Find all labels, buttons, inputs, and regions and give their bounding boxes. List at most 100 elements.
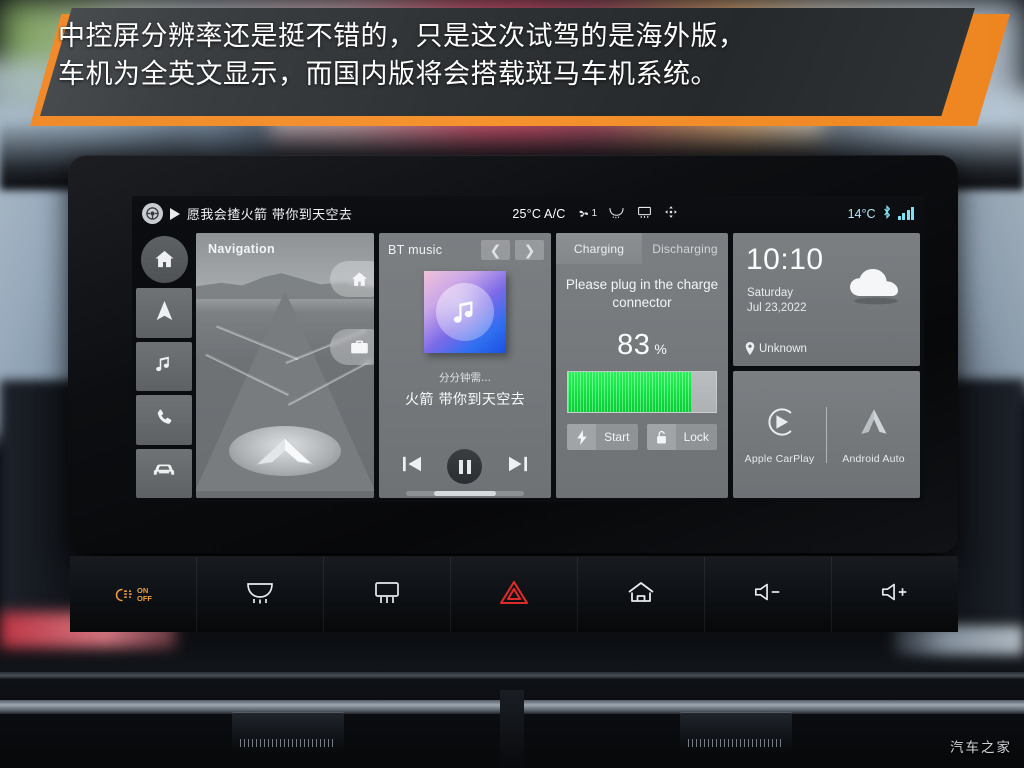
cabin-temperature[interactable]: 25°C A/C: [512, 207, 565, 221]
status-bar: 愿我会揸火箭 带你到天空去 25°C A/C 1 14°C: [132, 196, 924, 231]
carplay-icon: [767, 408, 791, 436]
battery-percent: 83%: [556, 329, 728, 362]
battery-bar-fill: [568, 372, 691, 412]
screenshot-root: 中控屏分辨率还是挺不错的，只是这次试驾的是海外版， 车机为全英文显示，而国内版将…: [0, 0, 1024, 768]
hard-button-rear-defrost[interactable]: [324, 557, 451, 632]
album-art: [424, 271, 506, 353]
fog-light-on-off-icon: ON OFF: [114, 586, 152, 604]
chevron-right-icon[interactable]: ❯: [515, 240, 544, 260]
sidebar-item-phone[interactable]: [136, 395, 192, 445]
clock-location-label: Unknown: [759, 342, 807, 355]
watermark: 汽车之家: [950, 740, 1012, 756]
sidebar-item-navigation[interactable]: [136, 288, 192, 338]
android-auto-item[interactable]: Android Auto: [827, 404, 920, 465]
music-subtitle: 分分钟需...: [438, 372, 491, 384]
skip-next-icon[interactable]: [507, 455, 529, 478]
battery-bar: [567, 371, 717, 413]
bt-music-card[interactable]: BT music ❮ ❯ 分分钟需... 火箭 带你到天空去: [379, 233, 551, 498]
hard-button-row: ON OFF: [70, 556, 958, 632]
projection-row: Apple CarPlay Android Auto: [733, 371, 920, 498]
nav-position-puck: [229, 426, 341, 476]
volume-up-icon: [880, 581, 910, 608]
home-icon: [351, 271, 367, 286]
phone-icon: [154, 407, 175, 433]
air-vent-right: [680, 712, 792, 754]
charging-card[interactable]: Charging Discharging Please plug in the …: [556, 233, 728, 498]
home-icon: [140, 236, 188, 284]
hard-button-fog-lights[interactable]: ON OFF: [70, 557, 197, 632]
air-vent-left: [232, 712, 344, 754]
hazard-triangle-icon: [499, 579, 529, 611]
card-scroll-thumb[interactable]: [434, 491, 496, 496]
tab-charging[interactable]: Charging: [556, 233, 642, 264]
fan-icon: [578, 210, 588, 217]
navigation-arrow-icon: [154, 299, 175, 327]
air-recirculate-icon[interactable]: [664, 205, 678, 222]
lock-connector-button[interactable]: Lock: [646, 424, 717, 450]
defrost-rear-icon: [373, 580, 401, 610]
nav-shortcut-work[interactable]: [330, 329, 374, 365]
hard-button-volume-up[interactable]: [832, 557, 958, 632]
steering-wheel-icon[interactable]: [142, 203, 163, 224]
clock-weekday: Saturday: [747, 287, 794, 299]
battery-percent-value: 83: [617, 329, 651, 361]
start-charge-button[interactable]: Start: [567, 424, 638, 450]
clock-location: Unknown: [745, 342, 807, 356]
lock-open-icon: [646, 424, 676, 450]
infotainment-display[interactable]: 愿我会揸火箭 带你到天空去 25°C A/C 1 14°C Navigation…: [132, 196, 924, 502]
location-pin-icon: [745, 342, 755, 356]
music-note-icon: [153, 353, 175, 380]
right-column: 10:10 Saturday Jul 23,2022 Unknown Apple…: [733, 233, 920, 498]
charging-actions: Start Lock: [556, 413, 728, 450]
hard-button-home[interactable]: [578, 557, 705, 632]
play-icon[interactable]: [170, 207, 180, 220]
caption-text: 中控屏分辨率还是挺不错的，只是这次试驾的是海外版， 车机为全英文显示，而国内版将…: [58, 21, 746, 90]
start-charge-label: Start: [604, 430, 630, 444]
now-playing-text: 愿我会揸火箭 带你到天空去: [187, 208, 353, 223]
home-icon: [627, 580, 655, 610]
volume-down-icon: [753, 581, 783, 608]
hard-button-hazard-lights[interactable]: [451, 557, 578, 632]
music-track-title: 火箭 带你到天空去: [404, 392, 526, 408]
skip-previous-icon[interactable]: [401, 455, 423, 478]
console-center-divider: [500, 690, 524, 768]
music-card-title: BT music: [388, 243, 443, 257]
bluetooth-icon: [882, 205, 892, 222]
hard-button-volume-down[interactable]: [705, 557, 832, 632]
navigation-card-title: Navigation: [208, 242, 275, 256]
clock-time: 10:10: [746, 243, 824, 276]
apple-carplay-item[interactable]: Apple CarPlay: [733, 404, 826, 465]
briefcase-icon: [350, 340, 368, 354]
defrost-rear-icon[interactable]: [636, 205, 653, 222]
android-auto-icon: [860, 409, 887, 434]
fan-speed-value: 1: [591, 208, 598, 219]
cloud-icon: [844, 263, 906, 305]
home-content: Navigation BT music ❮ ❯ 分分钟需... 火箭 带你到天空…: [132, 231, 924, 502]
sidebar-item-home[interactable]: [136, 235, 192, 284]
battery-percent-unit: %: [654, 341, 667, 357]
sidebar-item-music[interactable]: [136, 341, 192, 392]
phone-projection-card[interactable]: Apple CarPlay Android Auto: [733, 371, 920, 498]
clock-date: Jul 23,2022: [747, 302, 807, 314]
hard-button-front-defrost[interactable]: [197, 557, 324, 632]
bolt-icon: [567, 424, 596, 450]
chevron-left-icon[interactable]: ❮: [481, 240, 510, 260]
android-auto-label: Android Auto: [842, 453, 905, 466]
signal-bars-icon: [897, 206, 914, 220]
navigation-card[interactable]: Navigation: [196, 233, 374, 498]
pause-icon[interactable]: [447, 449, 483, 484]
music-card-header: BT music ❮ ❯: [379, 233, 551, 260]
app-sidebar: [136, 233, 192, 499]
lock-connector-label: Lock: [683, 430, 709, 444]
caption-banner: 中控屏分辨率还是挺不错的，只是这次试驾的是海外版， 车机为全英文显示，而国内版将…: [0, 0, 1024, 140]
defrost-front-icon[interactable]: [608, 205, 625, 222]
card-grid: Navigation BT music ❮ ❯ 分分钟需... 火箭 带你到天空…: [196, 233, 920, 498]
fan-status[interactable]: 1: [577, 207, 598, 220]
clock-weather-card[interactable]: 10:10 Saturday Jul 23,2022 Unknown: [733, 233, 920, 367]
tab-discharging[interactable]: Discharging: [642, 233, 728, 264]
sidebar-item-vehicle[interactable]: [136, 448, 192, 499]
nav-shortcut-home[interactable]: [330, 261, 374, 297]
charging-message: Please plug in the charge connector: [565, 277, 719, 310]
music-transport-controls: [379, 449, 551, 484]
charging-tabs: Charging Discharging: [556, 233, 728, 264]
